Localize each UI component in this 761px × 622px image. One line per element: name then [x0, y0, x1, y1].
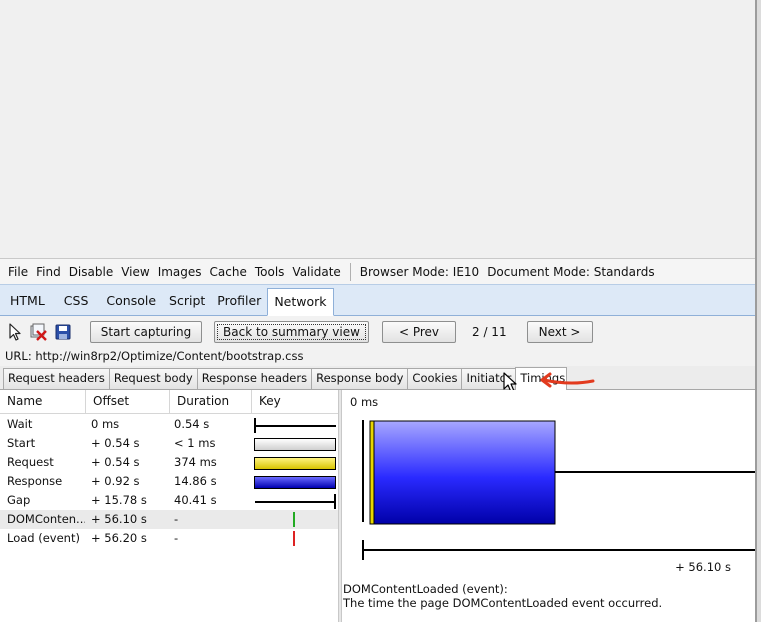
menu-view[interactable]: View [117, 265, 153, 279]
next-button[interactable]: Next > [526, 320, 593, 343]
browser-mode-label: Browser Mode: [359, 264, 449, 279]
back-to-summary-view-button[interactable]: Back to summary view [214, 320, 369, 343]
tab-html[interactable]: HTML [4, 289, 51, 315]
row-name: Load (event) [7, 531, 80, 545]
timeline-response-bar [373, 420, 556, 525]
network-toolbar: Start capturing Back to summary view < P… [0, 316, 755, 347]
tab-profiler[interactable]: Profiler [211, 289, 267, 315]
row-name: Wait [7, 417, 33, 431]
table-row[interactable]: Gap + 15.78 s 40.41 s [0, 491, 338, 510]
response-key-swatch [254, 476, 336, 489]
menu-disable[interactable]: Disable [65, 265, 118, 279]
column-header-offset[interactable]: Offset [86, 390, 170, 414]
table-row[interactable]: Response + 0.92 s 14.86 s [0, 472, 338, 491]
timeline-end-label: + 56.10 s [675, 560, 731, 574]
browser-page-area [0, 0, 755, 258]
tools-tab-strip: HTML CSS Console Script Profiler Network [0, 284, 755, 316]
start-capturing-button[interactable]: Start capturing [90, 320, 202, 343]
menu-find[interactable]: Find [32, 265, 65, 279]
table-row[interactable]: Request + 0.54 s 374 ms [0, 453, 338, 472]
row-offset: + 56.20 s [91, 531, 147, 545]
prev-button[interactable]: < Prev [382, 320, 456, 343]
row-offset: + 0.54 s [91, 455, 140, 469]
tab-request-body[interactable]: Request body [108, 368, 198, 389]
timeline-axis-line [362, 549, 755, 551]
menu-validate[interactable]: Validate [288, 265, 344, 279]
timeline-svg [362, 420, 755, 560]
tab-response-body[interactable]: Response body [311, 368, 409, 389]
wait-key-line [255, 425, 336, 427]
red-arrow-annotation-icon [540, 372, 595, 388]
row-offset: 0 ms [91, 417, 120, 431]
row-duration: 374 ms [174, 455, 217, 469]
table-row[interactable]: Start + 0.54 s < 1 ms [0, 434, 338, 453]
select-element-icon[interactable] [6, 322, 24, 341]
request-url: URL: http://win8rp2/Optimize/Content/boo… [0, 347, 755, 366]
column-header-name[interactable]: Name [0, 390, 86, 414]
row-name: Gap [7, 493, 31, 507]
developer-tools-menubar: File Find Disable View Images Cache Tool… [0, 258, 755, 284]
request-key-swatch [254, 457, 336, 470]
clear-cache-icon[interactable] [30, 323, 48, 341]
tab-script[interactable]: Script [163, 289, 211, 315]
menu-separator [349, 262, 351, 281]
window-shadow [757, 0, 761, 622]
row-offset: + 0.92 s [91, 474, 140, 488]
tab-response-headers[interactable]: Response headers [196, 368, 313, 389]
start-key-swatch [254, 438, 336, 451]
menu-images[interactable]: Images [154, 265, 206, 279]
document-mode-value: Standards [593, 264, 655, 279]
tab-console[interactable]: Console [100, 289, 162, 315]
gap-key-end-mark [334, 494, 336, 509]
request-counter: 2 / 11 [472, 324, 507, 339]
tab-cookies[interactable]: Cookies [407, 368, 463, 389]
timeline-request-bar [369, 420, 375, 525]
timings-table: Name Offset Duration Key Wait 0 ms 0.54 … [0, 390, 338, 622]
browser-mode-menu[interactable]: Browser Mode: IE10 [356, 265, 483, 279]
column-header-key[interactable]: Key [252, 390, 338, 414]
row-duration: 0.54 s [174, 417, 210, 431]
timings-panel: Name Offset Duration Key Wait 0 ms 0.54 … [0, 390, 755, 622]
tab-request-headers[interactable]: Request headers [3, 368, 110, 389]
row-name: Request [7, 455, 54, 469]
domcontentloaded-marker [293, 512, 295, 527]
row-offset: + 15.78 s [91, 493, 147, 507]
menu-cache[interactable]: Cache [206, 265, 251, 279]
row-duration: - [174, 531, 179, 545]
table-row[interactable]: Load (event) + 56.20 s - [0, 529, 338, 548]
tab-network[interactable]: Network [267, 288, 334, 316]
row-name: DOMConten... [7, 512, 85, 526]
row-duration: 14.86 s [174, 474, 217, 488]
row-name: Start [7, 436, 36, 450]
event-description-text: The time the page DOMContentLoaded event… [343, 596, 663, 610]
row-name: Response [7, 474, 63, 488]
timeline-gap-line [555, 471, 755, 473]
row-duration: < 1 ms [174, 436, 216, 450]
save-icon[interactable] [54, 323, 72, 341]
column-header-duration[interactable]: Duration [170, 390, 252, 414]
browser-mode-value: IE10 [452, 264, 480, 279]
request-detail-tabs: Request headers Request body Response he… [0, 366, 755, 390]
tab-css[interactable]: CSS [58, 289, 95, 315]
event-description: DOMContentLoaded (event): The time the p… [343, 582, 662, 610]
load-event-marker [293, 531, 295, 546]
row-offset: + 56.10 s [91, 512, 147, 526]
timeline-graph: 0 ms + 56.10 s DOMContentLoaded (event):… [342, 390, 755, 622]
event-description-title: DOMContentLoaded (event): [343, 582, 508, 596]
document-mode-label: Document Mode: [487, 264, 590, 279]
row-duration: - [174, 512, 179, 526]
document-mode-menu[interactable]: Document Mode: Standards [483, 265, 658, 279]
menu-file[interactable]: File [4, 265, 32, 279]
table-row[interactable]: Wait 0 ms 0.54 s [0, 415, 338, 434]
table-row[interactable]: DOMConten... + 56.10 s - [0, 510, 338, 529]
menu-tools[interactable]: Tools [251, 265, 289, 279]
screenshot-frame: File Find Disable View Images Cache Tool… [0, 0, 761, 622]
row-duration: 40.41 s [174, 493, 217, 507]
timeline-wait-line [362, 420, 364, 522]
row-offset: + 0.54 s [91, 436, 140, 450]
gap-key-line [255, 501, 336, 503]
